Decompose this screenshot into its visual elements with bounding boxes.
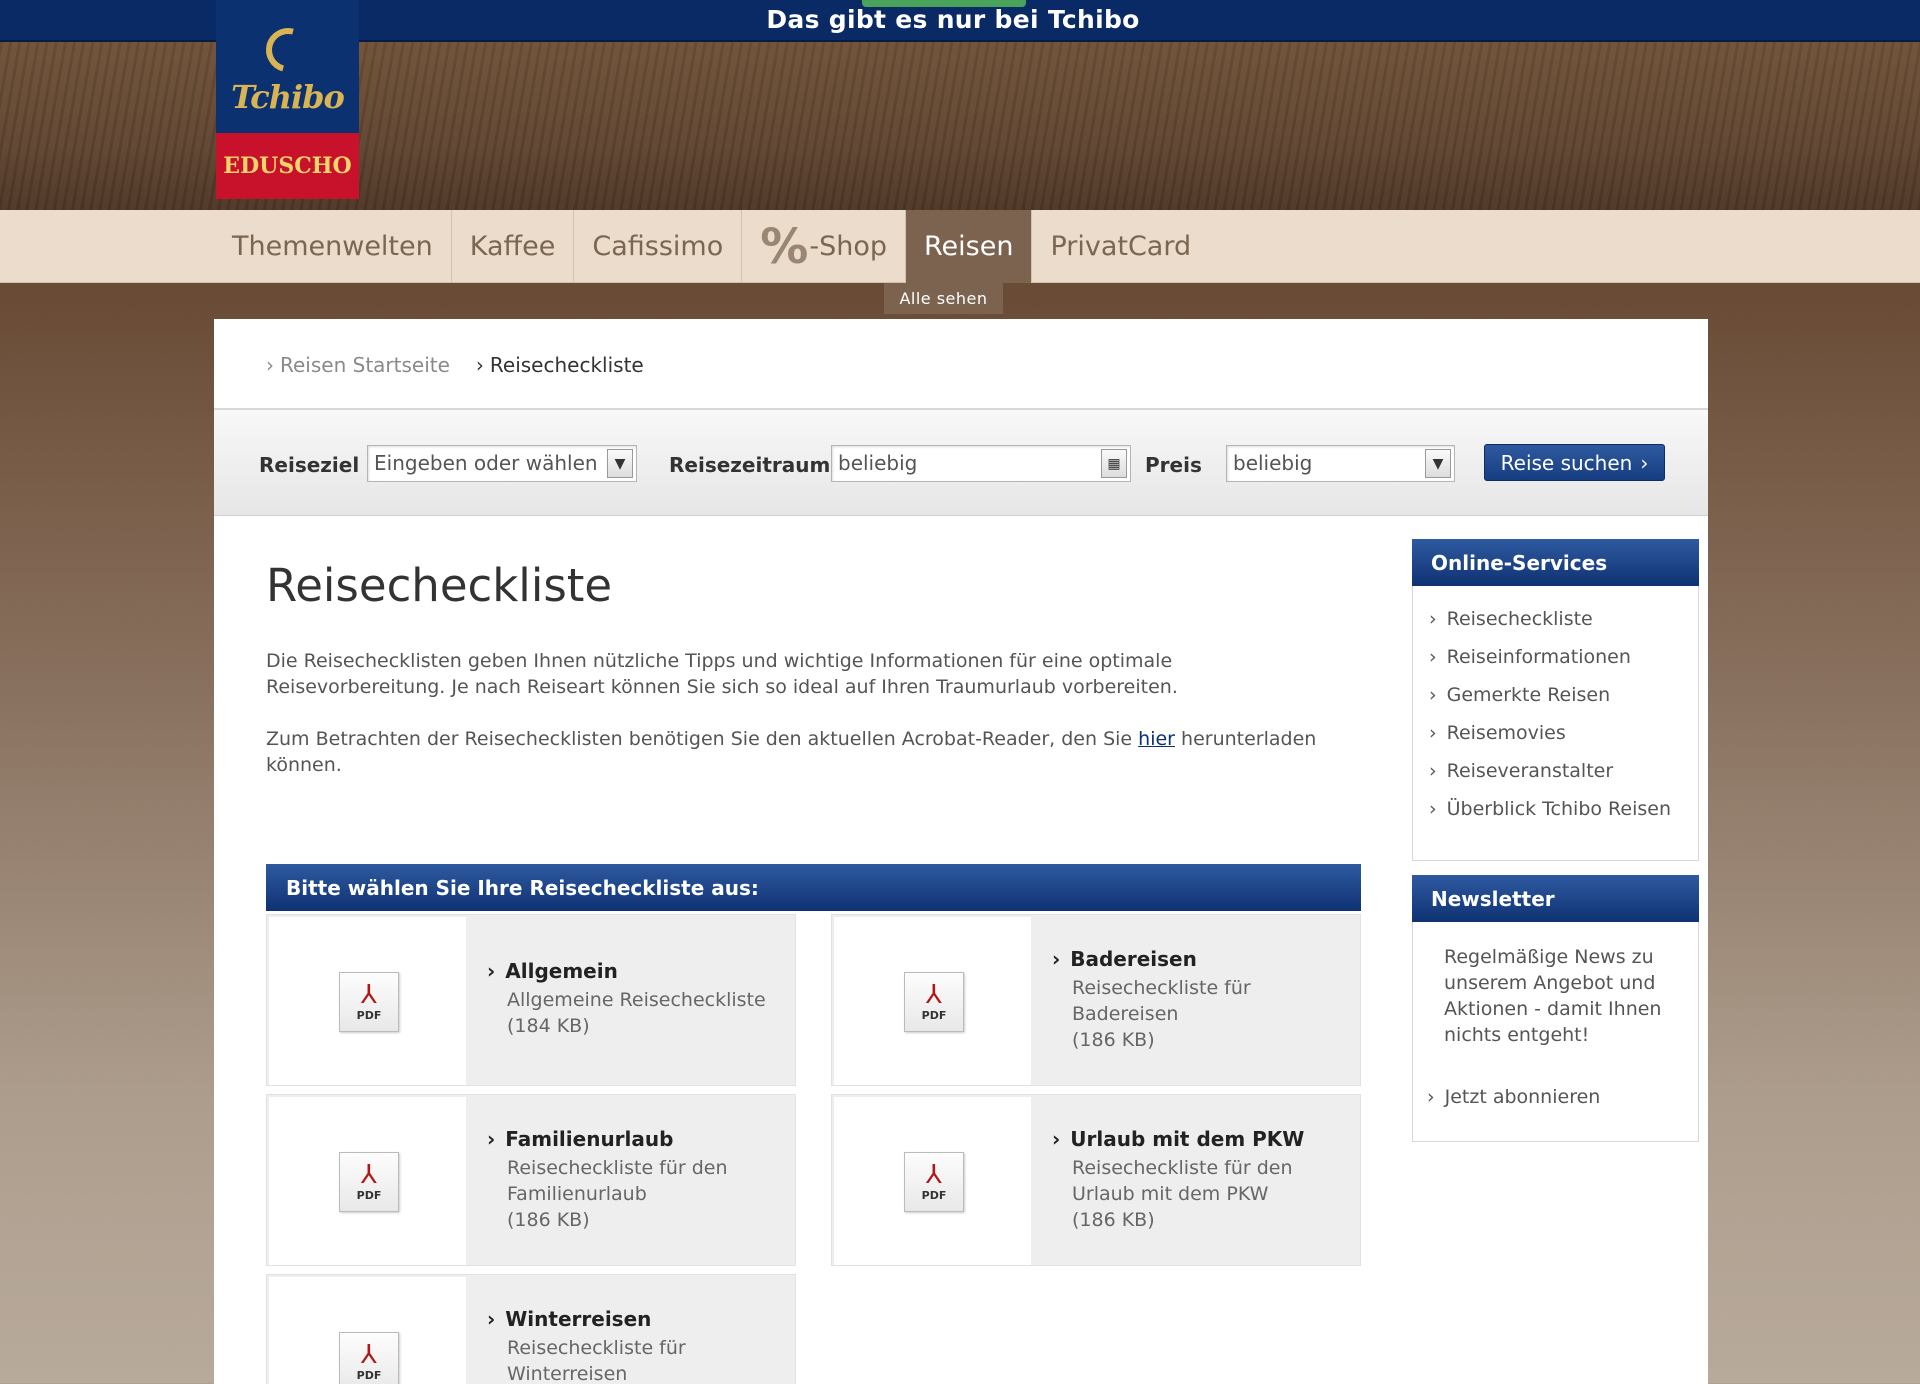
sidebar-item-gemerkte-reisen[interactable]: › Gemerkte Reisen: [1429, 684, 1698, 722]
sidebar-item-ueberblick[interactable]: › Überblick Tchibo Reisen: [1429, 798, 1698, 836]
checklist-desc: Reisecheckliste für Winterreisen: [507, 1337, 686, 1384]
search-trips-button[interactable]: Reise suchen ›: [1484, 444, 1665, 481]
newsletter-text: Regelmäßige News zu unserem Angebot und …: [1444, 946, 1662, 1046]
breadcrumb-item-startseite[interactable]: › Reisen Startseite: [266, 353, 450, 377]
period-label: Reisezeitraum: [669, 453, 831, 477]
online-services-box: Online-Services › Reisecheckliste › Reisei…: [1412, 539, 1699, 861]
checklist-desc: Reisecheckliste für Badereisen: [1072, 977, 1251, 1025]
calendar-icon[interactable]: ▦: [1101, 449, 1127, 478]
price-label: Preis: [1145, 453, 1202, 477]
pdf-icon[interactable]: ⅄ PDF: [904, 972, 964, 1032]
checklist-card-winterreisen[interactable]: ⅄ PDF › Winterreisen Reisecheckliste für W…: [266, 1274, 796, 1384]
checklist-link[interactable]: › Winterreisen: [487, 1307, 782, 1331]
sidebar-item-reisemovies[interactable]: › Reisemovies: [1429, 722, 1698, 760]
percent-icon: %: [760, 218, 808, 275]
chevron-right-icon: ›: [487, 1127, 496, 1151]
chevron-right-icon: ›: [1429, 608, 1437, 630]
pdf-icon[interactable]: ⅄ PDF: [339, 972, 399, 1032]
checklist-desc: Reisecheckliste für den Urlaub mit dem P…: [1072, 1157, 1293, 1205]
checklist-link[interactable]: › Allgemein: [487, 959, 782, 983]
newsletter-title: Newsletter: [1412, 875, 1699, 922]
nav-item-cafissimo[interactable]: Cafissimo: [574, 210, 743, 283]
pdf-icon[interactable]: ⅄ PDF: [339, 1332, 399, 1384]
pdf-icon[interactable]: ⅄ PDF: [904, 1152, 964, 1212]
chevron-right-icon: ›: [487, 959, 496, 983]
chevron-down-icon[interactable]: ▼: [607, 449, 633, 478]
chevron-down-icon[interactable]: ▼: [1425, 449, 1451, 478]
price-select[interactable]: beliebig ▼: [1226, 445, 1455, 482]
sidebar-item-reisecheckliste[interactable]: › Reisecheckliste: [1429, 608, 1698, 646]
checklist-card-familienurlaub[interactable]: ⅄ PDF › Familienurlaub Reisecheckliste für…: [266, 1094, 796, 1266]
content-area: Reisecheckliste Die Reisechecklisten geb…: [266, 559, 1366, 778]
online-services-title: Online-Services: [1412, 539, 1699, 586]
chevron-right-icon: ›: [475, 353, 484, 377]
chevron-right-icon: ›: [1640, 450, 1649, 475]
travel-search-bar: Reiseziel Eingeben oder wählen ▼ Reiseze…: [214, 408, 1708, 516]
logo-wordmark: Tchibo: [231, 77, 345, 116]
checklist-size: (184 KB): [507, 1015, 590, 1037]
checklist-size: (186 KB): [1072, 1209, 1155, 1231]
chevron-right-icon: ›: [1429, 760, 1437, 782]
nav-item-kaffee[interactable]: Kaffee: [452, 210, 575, 283]
checklist-link[interactable]: › Badereisen: [1052, 947, 1347, 971]
acrobat-download-link[interactable]: hier: [1138, 728, 1175, 750]
checklist-size: (186 KB): [1072, 1029, 1155, 1051]
checklist-link[interactable]: › Urlaub mit dem PKW: [1052, 1127, 1347, 1151]
checklist-desc: Reisecheckliste für den Familienurlaub: [507, 1157, 728, 1205]
nav-item-shop[interactable]: % -Shop: [742, 210, 906, 283]
sidebar-item-reiseinformationen[interactable]: › Reiseinformationen: [1429, 646, 1698, 684]
checklist-card-allgemein[interactable]: ⅄ PDF › Allgemein Allgemeine Reisechecklis…: [266, 914, 796, 1086]
chevron-right-icon: ›: [1429, 798, 1437, 820]
breadcrumb: › Reisen Startseite › Reisecheckliste: [266, 353, 644, 377]
main-panel: › Reisen Startseite › Reisecheckliste Reis…: [214, 319, 1708, 1384]
coffee-bean-icon: [257, 19, 318, 80]
newsletter-box: Newsletter Regelmäßige News zu unserem A…: [1412, 875, 1699, 1142]
newsletter-subscribe-link[interactable]: › Jetzt abonnieren: [1413, 1048, 1698, 1134]
chevron-right-icon: ›: [487, 1307, 496, 1331]
intro-paragraph-2: Zum Betrachten der Reisechecklisten benö…: [266, 728, 1317, 776]
period-input[interactable]: beliebig ▦: [831, 445, 1131, 482]
nav-item-privatcard[interactable]: PrivatCard: [1032, 210, 1209, 283]
tchibo-logo[interactable]: Tchibo EDUSCHO: [216, 0, 359, 200]
logo-blue-block: Tchibo: [216, 0, 359, 133]
checklist-card-badereisen[interactable]: ⅄ PDF › Badereisen Reisecheckliste für Bad…: [831, 914, 1361, 1086]
nav-item-themenwelten[interactable]: Themenwelten: [214, 210, 452, 283]
eduscho-wordmark: EDUSCHO: [216, 133, 359, 199]
sidebar-item-reiseveranstalter[interactable]: › Reiseveranstalter: [1429, 760, 1698, 798]
checklist-desc: Allgemeine Reisecheckliste: [507, 989, 766, 1011]
checklist-list-header: Bitte wählen Sie Ihre Reisecheckliste au…: [266, 864, 1361, 911]
intro-paragraph-1: Die Reisechecklisten geben Ihnen nützlic…: [266, 650, 1178, 698]
destination-select[interactable]: Eingeben oder wählen ▼: [367, 445, 637, 482]
destination-label: Reiseziel: [259, 453, 360, 477]
chevron-right-icon: ›: [1429, 684, 1437, 706]
chevron-right-icon: ›: [1052, 1127, 1061, 1151]
pdf-icon[interactable]: ⅄ PDF: [339, 1152, 399, 1212]
checklist-card-pkw[interactable]: ⅄ PDF › Urlaub mit dem PKW Reisecheckliste…: [831, 1094, 1361, 1266]
main-nav: Themenwelten Kaffee Cafissimo % -Shop Re…: [0, 210, 1920, 283]
nav-sub-alle-sehen[interactable]: Alle sehen: [884, 283, 1003, 314]
checklist-link[interactable]: › Familienurlaub: [487, 1127, 782, 1151]
chevron-right-icon: ›: [1429, 722, 1437, 744]
nav-item-reisen[interactable]: Reisen: [905, 210, 1033, 283]
intro-text: Die Reisechecklisten geben Ihnen nützlic…: [266, 648, 1336, 778]
checklist-size: (186 KB): [507, 1209, 590, 1231]
page-title: Reisecheckliste: [266, 559, 613, 612]
chevron-right-icon: ›: [1052, 947, 1061, 971]
nav-item-shop-label: -Shop: [809, 231, 887, 262]
chevron-right-icon: ›: [1429, 646, 1437, 668]
breadcrumb-item-current: › Reisecheckliste: [475, 353, 644, 377]
chevron-right-icon: ›: [1427, 1086, 1435, 1108]
chevron-right-icon: ›: [266, 353, 274, 377]
